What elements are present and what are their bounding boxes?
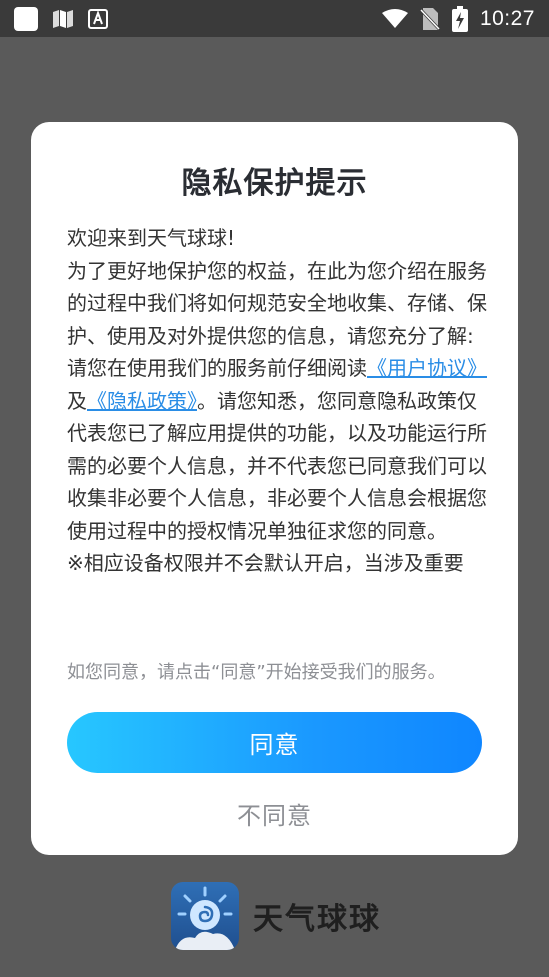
user-agreement-link[interactable]: 《用户协议》 <box>367 356 487 380</box>
disagree-button[interactable]: 不同意 <box>67 788 482 838</box>
font-a-icon <box>88 8 108 29</box>
welcome-text: 欢迎来到天气球球! <box>67 226 236 250</box>
book-icon <box>53 9 73 28</box>
app-square-icon <box>14 6 38 31</box>
intro-text: 为了更好地保护您的权益，在此为您介绍在服务的过程中我们将如何规范安全地收集、存储… <box>67 258 487 348</box>
privacy-policy-link[interactable]: 《隐私政策》 <box>87 389 197 413</box>
consent-hint: 如您同意，请点击“同意”开始接受我们的服务。 <box>67 662 446 683</box>
status-bar: 10:27 <box>0 0 549 37</box>
status-time: 10:27 <box>479 6 535 30</box>
status-bar-right: 10:27 <box>370 5 535 32</box>
weather-ball-logo-icon <box>171 882 239 950</box>
permission-note-text: ※相应设备权限并不会默认开启，当涉及重要 <box>67 551 464 575</box>
wifi-icon <box>381 8 408 28</box>
brand-name: 天气球球 <box>253 902 381 937</box>
battery-charging-icon <box>451 5 468 32</box>
privacy-dialog-content: 欢迎来到天气球球! 为了更好地保护您的权益，在此为您介绍在服务的过程中我们将如何… <box>31 122 518 855</box>
and-text: 及 <box>67 388 87 413</box>
agree-button[interactable]: 同意 <box>67 712 482 773</box>
policy-paragraph: 请您在使用我们的服务前仔细阅读《用户协议》及《隐私政策》。请您知悉，您同意隐私政… <box>67 352 487 547</box>
brand-footer: 天气球球 <box>171 882 381 950</box>
read-before-text: 请您在使用我们的服务前仔细阅读 <box>67 356 367 380</box>
status-bar-left <box>14 6 122 31</box>
dialog-body[interactable]: 欢迎来到天气球球! 为了更好地保护您的权益，在此为您介绍在服务的过程中我们将如何… <box>67 222 487 629</box>
no-sim-icon <box>419 7 440 30</box>
